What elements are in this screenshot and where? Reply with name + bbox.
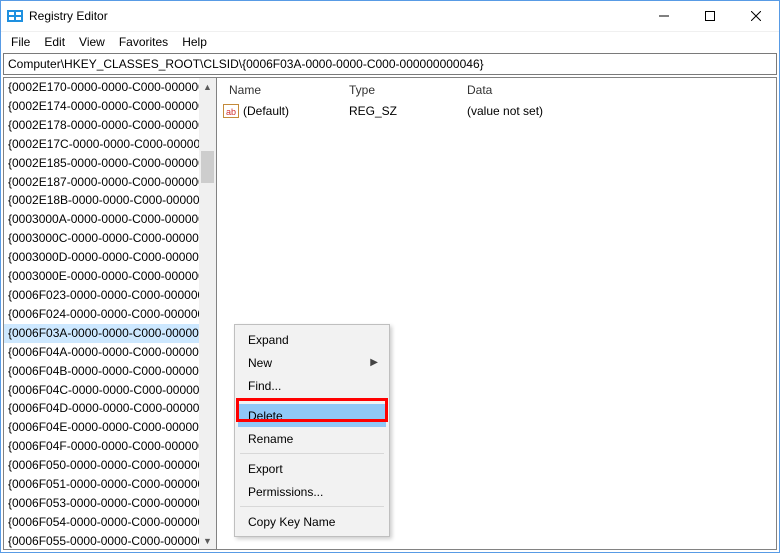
cm-rename[interactable]: Rename xyxy=(238,427,386,450)
svg-text:ab: ab xyxy=(226,107,236,117)
tree-item[interactable]: {0006F050-0000-0000-C000-000000000046} xyxy=(4,456,216,475)
cm-separator xyxy=(240,453,384,454)
cm-separator xyxy=(240,506,384,507)
tree-item[interactable]: {0002E17C-0000-0000-C000-000000000046} xyxy=(4,135,216,154)
menu-help[interactable]: Help xyxy=(176,33,215,51)
tree-item[interactable]: {0002E174-0000-0000-C000-000000000046} xyxy=(4,97,216,116)
scroll-down-arrow[interactable]: ▼ xyxy=(199,532,216,549)
registry-icon xyxy=(7,8,23,24)
tree-item[interactable]: {0006F051-0000-0000-C000-000000000046} xyxy=(4,475,216,494)
menubar: File Edit View Favorites Help xyxy=(1,31,779,51)
tree-item[interactable]: {0006F023-0000-0000-C000-000000000046} xyxy=(4,286,216,305)
tree-item[interactable]: {0003000C-0000-0000-C000-000000000046} xyxy=(4,229,216,248)
scroll-up-arrow[interactable]: ▲ xyxy=(199,78,216,95)
cm-permissions[interactable]: Permissions... xyxy=(238,480,386,503)
tree-item[interactable]: {0006F054-0000-0000-C000-000000000046} xyxy=(4,513,216,532)
tree-item[interactable]: {0002E185-0000-0000-C000-000000000046} xyxy=(4,154,216,173)
tree-item[interactable]: {0006F04E-0000-0000-C000-000000000046} xyxy=(4,418,216,437)
cm-copy-key-name[interactable]: Copy Key Name xyxy=(238,510,386,533)
cm-separator xyxy=(240,400,384,401)
tree-item[interactable]: {0006F04F-0000-0000-C000-000000000046} xyxy=(4,437,216,456)
tree-item[interactable]: {0006F055-0000-0000-C000-000000000046} xyxy=(4,532,216,549)
tree-item[interactable]: {0006F04D-0000-0000-C000-000000000046} xyxy=(4,399,216,418)
scroll-track[interactable] xyxy=(199,95,216,532)
tree-context-menu: Expand New ▶ Find... Delete Rename Expor… xyxy=(234,324,390,537)
tree-item[interactable]: {0006F04A-0000-0000-C000-000000000046} xyxy=(4,343,216,362)
main-split: {0002E170-0000-0000-C000-000000000046}{0… xyxy=(3,77,777,550)
address-path: Computer\HKEY_CLASSES_ROOT\CLSID\{0006F0… xyxy=(8,57,484,71)
col-header-type[interactable]: Type xyxy=(337,78,455,102)
tree-item[interactable]: {0006F024-0000-0000-C000-000000000046} xyxy=(4,305,216,324)
col-header-name[interactable]: Name xyxy=(217,78,337,102)
scroll-thumb[interactable] xyxy=(201,151,214,183)
chevron-right-icon: ▶ xyxy=(370,357,378,368)
menu-edit[interactable]: Edit xyxy=(38,33,73,51)
tree-scrollbar[interactable]: ▲ ▼ xyxy=(199,78,216,549)
tree-item[interactable]: {0002E18B-0000-0000-C000-000000000046} xyxy=(4,191,216,210)
col-header-data[interactable]: Data xyxy=(455,78,776,102)
menu-view[interactable]: View xyxy=(73,33,113,51)
value-type: REG_SZ xyxy=(337,104,455,118)
cm-find[interactable]: Find... xyxy=(238,374,386,397)
address-bar[interactable]: Computer\HKEY_CLASSES_ROOT\CLSID\{0006F0… xyxy=(3,53,777,75)
tree-item[interactable]: {0002E187-0000-0000-C000-000000000046} xyxy=(4,173,216,192)
cm-new[interactable]: New ▶ xyxy=(238,351,386,374)
tree-item[interactable]: {0003000E-0000-0000-C000-000000000046} xyxy=(4,267,216,286)
tree-pane: {0002E170-0000-0000-C000-000000000046}{0… xyxy=(3,77,217,550)
tree-item[interactable]: {0006F04C-0000-0000-C000-000000000046} xyxy=(4,381,216,400)
tree-item[interactable]: {0003000D-0000-0000-C000-000000000046} xyxy=(4,248,216,267)
value-data: (value not set) xyxy=(455,104,776,118)
value-row[interactable]: ab (Default) REG_SZ (value not set) xyxy=(217,102,776,120)
cm-export[interactable]: Export xyxy=(238,457,386,480)
string-value-icon: ab xyxy=(223,104,239,118)
close-button[interactable] xyxy=(733,1,779,31)
registry-editor-window: Registry Editor File Edit View Favorites… xyxy=(0,0,780,553)
tree-scroll-area[interactable]: {0002E170-0000-0000-C000-000000000046}{0… xyxy=(4,78,216,549)
value-name: (Default) xyxy=(243,104,289,118)
menu-file[interactable]: File xyxy=(5,33,38,51)
cm-delete[interactable]: Delete xyxy=(238,404,386,427)
tree-item[interactable]: {0002E178-0000-0000-C000-000000000046} xyxy=(4,116,216,135)
values-header: Name Type Data xyxy=(217,78,776,102)
maximize-button[interactable] xyxy=(687,1,733,31)
cm-expand[interactable]: Expand xyxy=(238,328,386,351)
window-title: Registry Editor xyxy=(29,9,108,23)
tree-item[interactable]: {0002E170-0000-0000-C000-000000000046} xyxy=(4,78,216,97)
titlebar: Registry Editor xyxy=(1,1,779,31)
tree-item[interactable]: {0006F03A-0000-0000-C000-000000000046} xyxy=(4,324,216,343)
minimize-button[interactable] xyxy=(641,1,687,31)
tree-item[interactable]: {0006F053-0000-0000-C000-000000000046} xyxy=(4,494,216,513)
menu-favorites[interactable]: Favorites xyxy=(113,33,176,51)
tree-item[interactable]: {0006F04B-0000-0000-C000-000000000046} xyxy=(4,362,216,381)
tree-item[interactable]: {0003000A-0000-0000-C000-000000000046} xyxy=(4,210,216,229)
